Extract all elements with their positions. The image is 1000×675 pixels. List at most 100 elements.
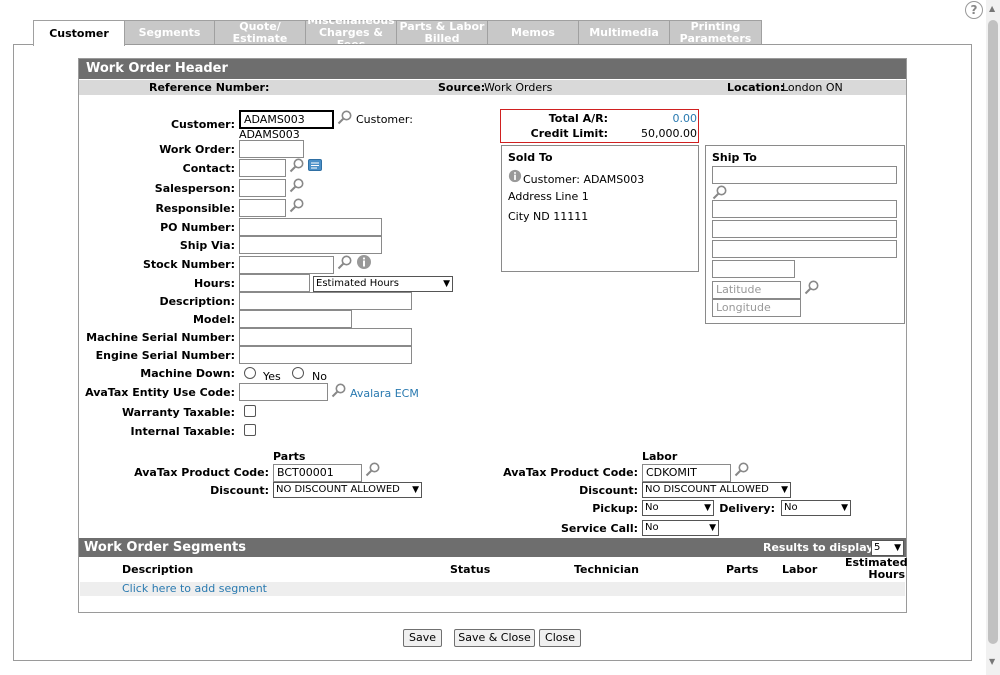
tab-quote-estimate[interactable]: Quote/ Estimate	[214, 20, 306, 45]
avatax-entity-label: AvaTax Entity Use Code:	[85, 386, 235, 399]
stock-number-label: Stock Number:	[142, 258, 235, 271]
latitude-input[interactable]: Latitude	[712, 281, 801, 299]
add-segment-link[interactable]: Click here to add segment	[122, 582, 267, 595]
delivery-select[interactable]: No ▼	[781, 500, 851, 516]
tab-parts-labor-billed[interactable]: Parts & Labor Billed	[396, 20, 488, 45]
engine-serial-input[interactable]	[239, 346, 412, 364]
service-call-label: Service Call:	[561, 522, 638, 535]
hours-input[interactable]	[239, 274, 310, 292]
location-label: Location:	[727, 81, 785, 94]
scroll-up-icon[interactable]: ▲	[989, 4, 995, 13]
column-description: Description	[122, 563, 194, 576]
scroll-down-icon[interactable]: ▼	[989, 657, 995, 666]
hours-type-select[interactable]: Estimated Hours ▼	[313, 276, 453, 292]
description-input[interactable]	[239, 292, 412, 310]
machine-down-no-radio[interactable]	[292, 367, 304, 379]
pickup-select[interactable]: No ▼	[642, 500, 714, 516]
ship-to-name-input[interactable]	[712, 166, 897, 184]
parts-product-code-input[interactable]: BCT00001	[273, 464, 362, 482]
tab-customer[interactable]: Customer	[33, 20, 125, 46]
chevron-down-icon: ▼	[704, 503, 711, 513]
customer-search-icon[interactable]	[337, 109, 353, 125]
close-button[interactable]: Close	[539, 629, 581, 647]
map-search-icon[interactable]	[804, 279, 820, 295]
description-label: Description:	[159, 295, 235, 308]
tab-multimedia[interactable]: Multimedia	[578, 20, 670, 45]
help-icon[interactable]: ?	[965, 1, 983, 19]
labor-product-code-search-icon[interactable]	[734, 461, 750, 477]
avatax-entity-search-icon[interactable]	[331, 382, 347, 398]
ship-to-address2-input[interactable]	[712, 220, 897, 238]
stock-number-info-icon[interactable]	[356, 254, 372, 270]
total-ar-value: 0.00	[672, 112, 698, 125]
ship-via-input[interactable]	[239, 236, 382, 254]
labor-product-code-label: AvaTax Product Code:	[503, 466, 638, 479]
contact-card-icon[interactable]	[307, 157, 323, 173]
chevron-down-icon: ▼	[781, 485, 788, 495]
tab-miscellaneous-charges[interactable]: Miscellaneous Charges & Fees	[305, 15, 397, 51]
credit-limit-label: Credit Limit:	[530, 127, 608, 140]
salesperson-input[interactable]	[239, 179, 286, 197]
parts-product-code-search-icon[interactable]	[365, 461, 381, 477]
delivery-label: Delivery:	[719, 502, 775, 515]
customer-label: Customer:	[170, 118, 235, 131]
ship-to-city-input[interactable]	[712, 260, 795, 278]
save-button[interactable]: Save	[403, 629, 442, 647]
warranty-taxable-label: Warranty Taxable:	[121, 406, 235, 419]
save-close-button[interactable]: Save & Close	[454, 629, 535, 647]
model-input[interactable]	[239, 310, 352, 328]
engine-serial-label: Engine Serial Number:	[95, 349, 235, 362]
column-status: Status	[450, 563, 491, 576]
ship-to-address3-input[interactable]	[712, 240, 897, 258]
tab-segments[interactable]: Segments	[124, 20, 215, 45]
internal-taxable-label: Internal Taxable:	[130, 425, 235, 438]
sold-to-info-icon[interactable]	[508, 169, 522, 183]
contact-search-icon[interactable]	[289, 157, 305, 173]
responsible-label: Responsible:	[155, 202, 235, 215]
tab-printing-parameters[interactable]: Printing Parameters	[669, 20, 762, 45]
machine-serial-input[interactable]	[239, 328, 412, 346]
chevron-down-icon: ▼	[841, 503, 848, 513]
avatax-entity-input[interactable]	[239, 383, 328, 401]
labor-discount-select[interactable]: NO DISCOUNT ALLOWED ▼	[642, 482, 791, 498]
column-technician: Technician	[574, 563, 640, 576]
scrollbar[interactable]: ▲ ▼	[986, 0, 1000, 675]
column-labor: Labor	[782, 563, 818, 576]
stock-number-input[interactable]	[239, 256, 334, 274]
header-info-bar: Reference Number: Source: Work Orders Lo…	[79, 80, 906, 95]
reference-number-label: Reference Number:	[149, 81, 270, 94]
responsible-search-icon[interactable]	[289, 197, 305, 213]
po-number-input[interactable]	[239, 218, 382, 236]
longitude-input[interactable]: Longitude	[712, 299, 801, 317]
location-value: London ON	[782, 81, 843, 94]
warranty-taxable-checkbox[interactable]	[244, 405, 256, 417]
ship-to-search-icon[interactable]	[712, 184, 728, 200]
work-order-input[interactable]	[239, 140, 304, 158]
service-call-select[interactable]: No ▼	[642, 520, 719, 536]
salesperson-search-icon[interactable]	[289, 177, 305, 193]
machine-down-yes-radio[interactable]	[244, 367, 256, 379]
stock-number-search-icon[interactable]	[337, 254, 353, 270]
labor-product-code-input[interactable]: CDKOMIT	[642, 464, 731, 482]
sold-to-title: Sold To	[508, 151, 553, 164]
ship-via-label: Ship Via:	[179, 239, 235, 252]
chevron-down-icon: ▼	[894, 543, 901, 553]
customer-input[interactable]: ADAMS003	[239, 110, 334, 129]
ship-to-address1-input[interactable]	[712, 200, 897, 218]
responsible-input[interactable]	[239, 199, 286, 217]
tab-memos[interactable]: Memos	[487, 20, 579, 45]
scrollbar-thumb[interactable]	[988, 20, 998, 644]
model-label: Model:	[192, 313, 235, 326]
labor-discount-label: Discount:	[579, 484, 638, 497]
parts-discount-label: Discount:	[210, 484, 269, 497]
chevron-down-icon: ▼	[443, 279, 450, 289]
salesperson-label: Salesperson:	[154, 182, 235, 195]
avalara-ecm-link[interactable]: Avalara ECM	[350, 387, 419, 400]
machine-serial-label: Machine Serial Number:	[86, 331, 235, 344]
internal-taxable-checkbox[interactable]	[244, 424, 256, 436]
chevron-down-icon: ▼	[709, 523, 716, 533]
contact-input[interactable]	[239, 159, 286, 177]
results-to-display-select[interactable]: 5 ▼	[871, 540, 904, 556]
parts-discount-select[interactable]: NO DISCOUNT ALLOWED ▼	[273, 482, 422, 498]
labor-title: Labor	[642, 450, 678, 463]
